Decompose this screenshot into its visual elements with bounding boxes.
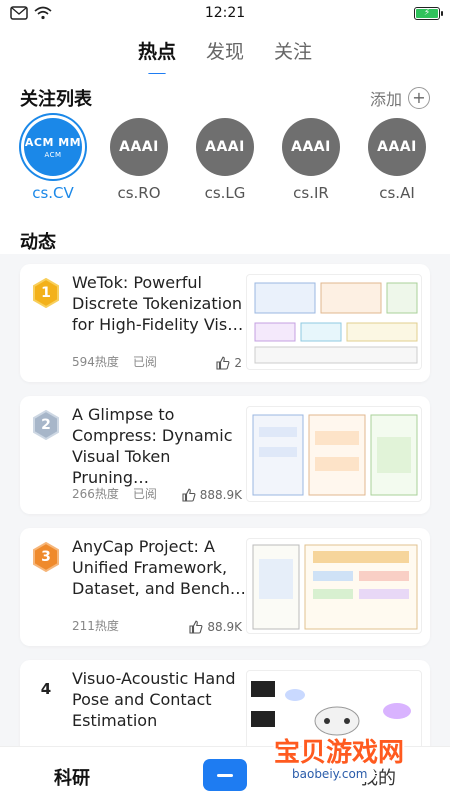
avatar-text: AAAI bbox=[377, 139, 417, 155]
top-tabs: 热点 发现 关注 bbox=[0, 26, 450, 74]
add-label: 添加 bbox=[369, 90, 402, 109]
feed-card[interactable]: 3 AnyCap Project: A Unified Framework, D… bbox=[20, 528, 430, 646]
avatar: AAAI bbox=[368, 118, 426, 176]
plus-icon: + bbox=[408, 87, 430, 109]
battery-icon: ⚡ bbox=[414, 6, 443, 20]
nav-center-button[interactable] bbox=[203, 759, 247, 791]
rank-badge-silver: 2 bbox=[32, 410, 60, 440]
rank-number: 2 bbox=[41, 417, 51, 433]
paper-figure-thumbnail bbox=[246, 406, 422, 502]
follow-label: cs.RO bbox=[117, 184, 161, 202]
heat-count: 266热度 bbox=[72, 487, 119, 501]
feed-card[interactable]: 1 WeTok: Powerful Discrete Tokenization … bbox=[20, 264, 430, 382]
feed-title: 动态 bbox=[20, 232, 56, 253]
follow-label: cs.CV bbox=[32, 184, 74, 202]
paper-title: Visuo-Acoustic Hand Pose and Contact Est… bbox=[72, 669, 236, 730]
avatar-text: ACM MM bbox=[24, 135, 82, 149]
follow-item-cs-ir[interactable]: AAAI cs.IR bbox=[282, 118, 340, 204]
rank-number: 3 bbox=[41, 549, 51, 565]
add-follow-button[interactable]: 添加 + bbox=[370, 86, 430, 110]
follow-item-cs-lg[interactable]: AAAI cs.LG bbox=[196, 118, 254, 204]
read-status: 已阅 bbox=[132, 487, 157, 501]
rank-number: 1 bbox=[41, 285, 51, 301]
tab-discover[interactable]: 发现 bbox=[202, 31, 248, 70]
tab-follow[interactable]: 关注 bbox=[270, 31, 316, 70]
avatar-subtext: ACM bbox=[44, 150, 62, 159]
follow-label: cs.IR bbox=[293, 184, 329, 202]
paper-title: WeTok: Powerful Discrete Tokenization fo… bbox=[72, 273, 244, 334]
wifi-icon bbox=[34, 6, 52, 20]
watermark-logo: 宝贝游戏网 baobeiy.com bbox=[274, 732, 444, 792]
feed-card[interactable]: 2 A Glimpse to Compress: Dynamic Visual … bbox=[20, 396, 430, 514]
avatar: AAAI bbox=[282, 118, 340, 176]
like-count: 888.9K bbox=[199, 488, 242, 502]
like-button[interactable]: 88.9K bbox=[189, 620, 242, 634]
follow-label: cs.LG bbox=[204, 184, 246, 202]
watermark-text: 宝贝游戏网 bbox=[274, 738, 405, 768]
follow-item-cs-ai[interactable]: AAAI cs.AI bbox=[368, 118, 426, 204]
heat-count: 211热度 bbox=[72, 619, 119, 633]
rank-badge-bronze: 3 bbox=[32, 542, 60, 572]
tab-hot[interactable]: 热点 bbox=[134, 31, 180, 70]
avatar: AAAI bbox=[196, 118, 254, 176]
paper-meta: 594热度 已阅 bbox=[72, 353, 157, 370]
heat-count: 594热度 bbox=[72, 355, 119, 369]
rank-number: 4 bbox=[40, 680, 52, 698]
paper-meta: 211热度 bbox=[72, 617, 119, 634]
paper-meta: 266热度 已阅 bbox=[72, 485, 157, 502]
paper-title: A Glimpse to Compress: Dynamic Visual To… bbox=[72, 405, 233, 487]
follow-list: ACM MM ACM cs.CV AAAI cs.RO AAAI cs.LG A… bbox=[24, 118, 444, 204]
rank-badge: 4 bbox=[32, 674, 60, 704]
read-status: 已阅 bbox=[132, 355, 157, 369]
like-count: 88.9K bbox=[207, 620, 242, 634]
status-left bbox=[10, 6, 52, 20]
follow-list-title: 关注列表 bbox=[20, 89, 92, 110]
minus-icon bbox=[217, 773, 233, 777]
watermark-url: baobeiy.com bbox=[284, 766, 376, 782]
follow-item-cs-ro[interactable]: AAAI cs.RO bbox=[110, 118, 168, 204]
status-time: 12:21 bbox=[204, 5, 246, 21]
paper-title: AnyCap Project: A Unified Framework, Dat… bbox=[72, 537, 246, 598]
avatar-text: AAAI bbox=[205, 139, 245, 155]
avatar: ACM MM ACM bbox=[24, 118, 82, 176]
like-button[interactable]: 888.9K bbox=[182, 488, 242, 502]
mail-icon bbox=[10, 6, 28, 20]
avatar: AAAI bbox=[110, 118, 168, 176]
thumbs-up-icon bbox=[216, 356, 230, 370]
follow-item-cs-cv[interactable]: ACM MM ACM cs.CV bbox=[24, 118, 82, 204]
battery-charging: ⚡ bbox=[416, 8, 438, 18]
rank-badge-gold: 1 bbox=[32, 278, 60, 308]
thumbs-up-icon bbox=[182, 488, 196, 502]
like-count: 2 bbox=[234, 356, 242, 370]
nav-research[interactable]: 科研 bbox=[54, 764, 90, 790]
follow-label: cs.AI bbox=[379, 184, 415, 202]
paper-figure-thumbnail bbox=[246, 538, 422, 634]
avatar-text: AAAI bbox=[291, 139, 331, 155]
thumbs-up-icon bbox=[189, 620, 203, 634]
paper-figure-thumbnail bbox=[246, 274, 422, 370]
status-bar: 12:21 ⚡ bbox=[0, 0, 450, 26]
follow-header: 关注列表 添加 + bbox=[20, 86, 430, 110]
avatar-text: AAAI bbox=[119, 139, 159, 155]
like-button[interactable]: 2 bbox=[216, 356, 242, 370]
